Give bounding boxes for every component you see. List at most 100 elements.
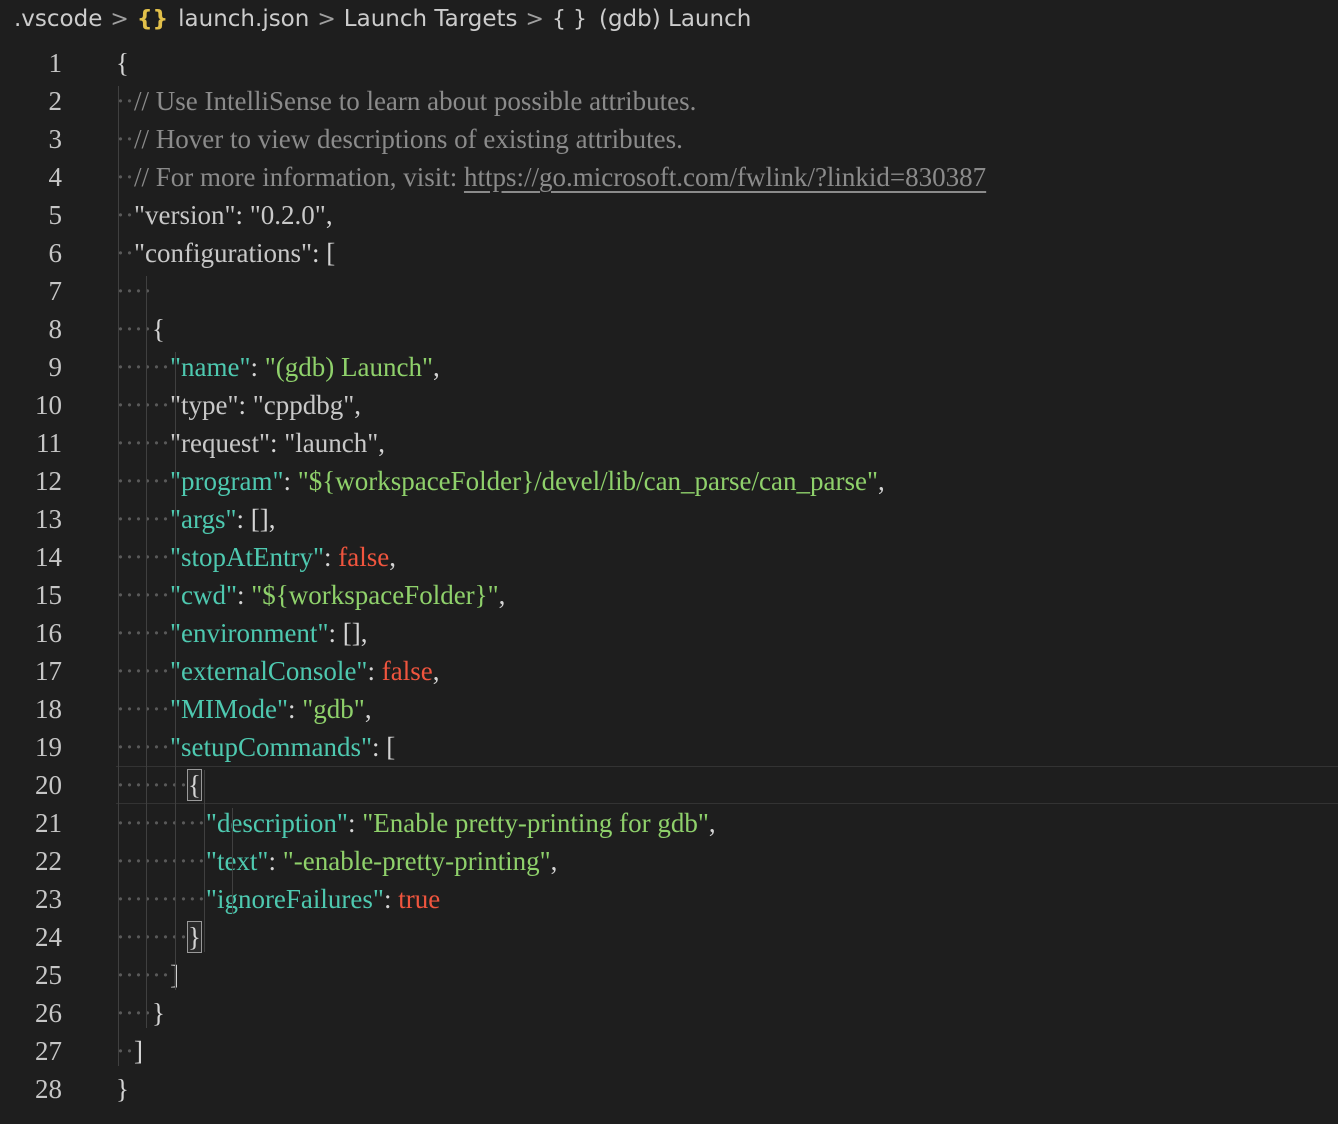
line-number: 27 (35, 1036, 62, 1066)
code-line[interactable]: 21 ··········"description": "Enable prett… (0, 804, 1338, 842)
code-line[interactable]: 16 ······"environment": [], (0, 614, 1338, 652)
breadcrumb-object[interactable]: (gdb) Launch (599, 6, 751, 32)
code-line[interactable]: 26 ····} (0, 994, 1338, 1032)
code-content: ······"externalConsole": false, (116, 652, 439, 690)
code-content: ····} (116, 994, 165, 1032)
whitespace-marker: ······ (116, 732, 170, 762)
code-token: "gdb" (302, 694, 365, 724)
code-token: : (235, 200, 250, 230)
code-token: // Hover to view descriptions of existin… (133, 124, 683, 154)
code-token: : [ (312, 238, 336, 268)
code-line[interactable]: 20 ········{ (0, 766, 1338, 804)
code-line[interactable]: 22 ··········"text": "-enable-pretty-prin… (0, 842, 1338, 880)
whitespace-marker: ······ (116, 504, 170, 534)
line-number: 22 (35, 846, 62, 876)
code-content: ······"stopAtEntry": false, (116, 538, 396, 576)
line-number: 26 (35, 998, 62, 1028)
doc-link[interactable]: https://go.microsoft.com/fwlink/?linkid=… (464, 162, 986, 192)
line-number: 14 (35, 542, 62, 572)
line-number: 3 (48, 124, 63, 154)
line-number: 15 (35, 580, 62, 610)
code-content: ··········"text": "-enable-pretty-printi… (116, 842, 557, 880)
code-line[interactable]: 28} (0, 1070, 1338, 1108)
code-content: ··// For more information, visit: https:… (116, 158, 986, 196)
line-number: 12 (35, 466, 62, 496)
code-token: : (367, 656, 382, 686)
code-token: "request" (169, 428, 270, 458)
code-line[interactable]: 4 ··// For more information, visit: https… (0, 158, 1338, 196)
code-token: "version" (133, 200, 236, 230)
code-line[interactable]: 12 ······"program": "${workspaceFolder}/d… (0, 462, 1338, 500)
code-token: : (269, 428, 285, 458)
code-token: : (288, 694, 303, 724)
code-line[interactable]: 2 ··// Use IntelliSense to learn about po… (0, 82, 1338, 120)
line-number: 21 (35, 808, 62, 838)
code-editor[interactable]: 1{2 ··// Use IntelliSense to learn about … (0, 44, 1338, 1124)
code-token: : (238, 390, 253, 420)
code-line[interactable]: 1{ (0, 44, 1338, 82)
code-line[interactable]: 5 ··"version": "0.2.0", (0, 196, 1338, 234)
indent-guide (232, 808, 233, 914)
code-content: ······"program": "${workspaceFolder}/dev… (116, 462, 885, 500)
code-content: ······"MIMode": "gdb", (116, 690, 372, 728)
whitespace-marker: ········ (116, 922, 188, 952)
code-line[interactable]: 6 ··"configurations": [ (0, 234, 1338, 272)
code-content: } (116, 1070, 129, 1108)
code-line[interactable]: 23 ··········"ignoreFailures": true (0, 880, 1338, 918)
breadcrumb-file[interactable]: launch.json (178, 6, 309, 32)
code-token: "cppdbg" (252, 390, 355, 420)
indent-guide (175, 352, 176, 990)
code-token: false (381, 656, 433, 686)
code-line[interactable]: 25 ······] (0, 956, 1338, 994)
line-number: 17 (35, 656, 62, 686)
code-token: } (116, 1074, 129, 1104)
code-line[interactable]: 19 ······"setupCommands": [ (0, 728, 1338, 766)
line-number: 10 (35, 390, 62, 420)
code-line[interactable]: 11 ······"request": "launch", (0, 424, 1338, 462)
code-content: ··········"ignoreFailures": true (116, 880, 440, 918)
code-line[interactable]: 27 ··] (0, 1032, 1338, 1070)
breadcrumb-section[interactable]: Launch Targets (344, 6, 518, 32)
code-line[interactable]: 24 ········} (0, 918, 1338, 956)
breadcrumb-folder[interactable]: .vscode (14, 6, 102, 32)
line-number: 1 (48, 48, 63, 78)
code-token: "-enable-pretty-printing" (282, 846, 551, 876)
code-line[interactable]: 7 ···· (0, 272, 1338, 310)
code-line[interactable]: 14 ······"stopAtEntry": false, (0, 538, 1338, 576)
code-content: ····{ (116, 310, 165, 348)
whitespace-marker: ······ (116, 960, 170, 990)
whitespace-marker: ······ (116, 390, 170, 420)
line-number: 4 (48, 162, 63, 192)
code-content: ··] (116, 1032, 143, 1070)
code-line[interactable]: 13 ······"args": [], (0, 500, 1338, 538)
code-line[interactable]: 8 ····{ (0, 310, 1338, 348)
code-token: "(gdb) Launch" (264, 352, 433, 382)
code-token: : (324, 542, 339, 572)
code-token: "text" (205, 846, 269, 876)
line-number: 25 (35, 960, 62, 990)
code-token: "program" (169, 466, 284, 496)
code-line[interactable]: 18 ······"MIMode": "gdb", (0, 690, 1338, 728)
code-line[interactable]: 3 ··// Hover to view descriptions of exis… (0, 120, 1338, 158)
code-token: : [], (328, 618, 368, 648)
code-token: "setupCommands" (169, 732, 372, 762)
whitespace-marker: ········ (116, 770, 188, 800)
code-content: ······"request": "launch", (116, 424, 385, 462)
code-token: "cwd" (169, 580, 237, 610)
indent-guide (146, 276, 147, 1028)
code-token: , (498, 580, 506, 610)
line-number: 18 (35, 694, 62, 724)
code-line[interactable]: 15 ······"cwd": "${workspaceFolder}", (0, 576, 1338, 614)
whitespace-marker: ······ (116, 542, 170, 572)
code-line[interactable]: 9 ······"name": "(gdb) Launch", (0, 348, 1338, 386)
code-line[interactable]: 10 ······"type": "cppdbg", (0, 386, 1338, 424)
code-token: "args" (169, 504, 237, 534)
breadcrumb: .vscode > {} launch.json > Launch Target… (0, 0, 1338, 38)
line-number: 11 (36, 428, 62, 458)
code-line[interactable]: 17 ······"externalConsole": false, (0, 652, 1338, 690)
line-number: 28 (35, 1074, 62, 1104)
code-token: "${workspaceFolder}" (251, 580, 499, 610)
code-token: , (432, 656, 440, 686)
code-token: // For more information, visit: (133, 162, 464, 192)
chevron-right-icon: > (317, 6, 336, 32)
